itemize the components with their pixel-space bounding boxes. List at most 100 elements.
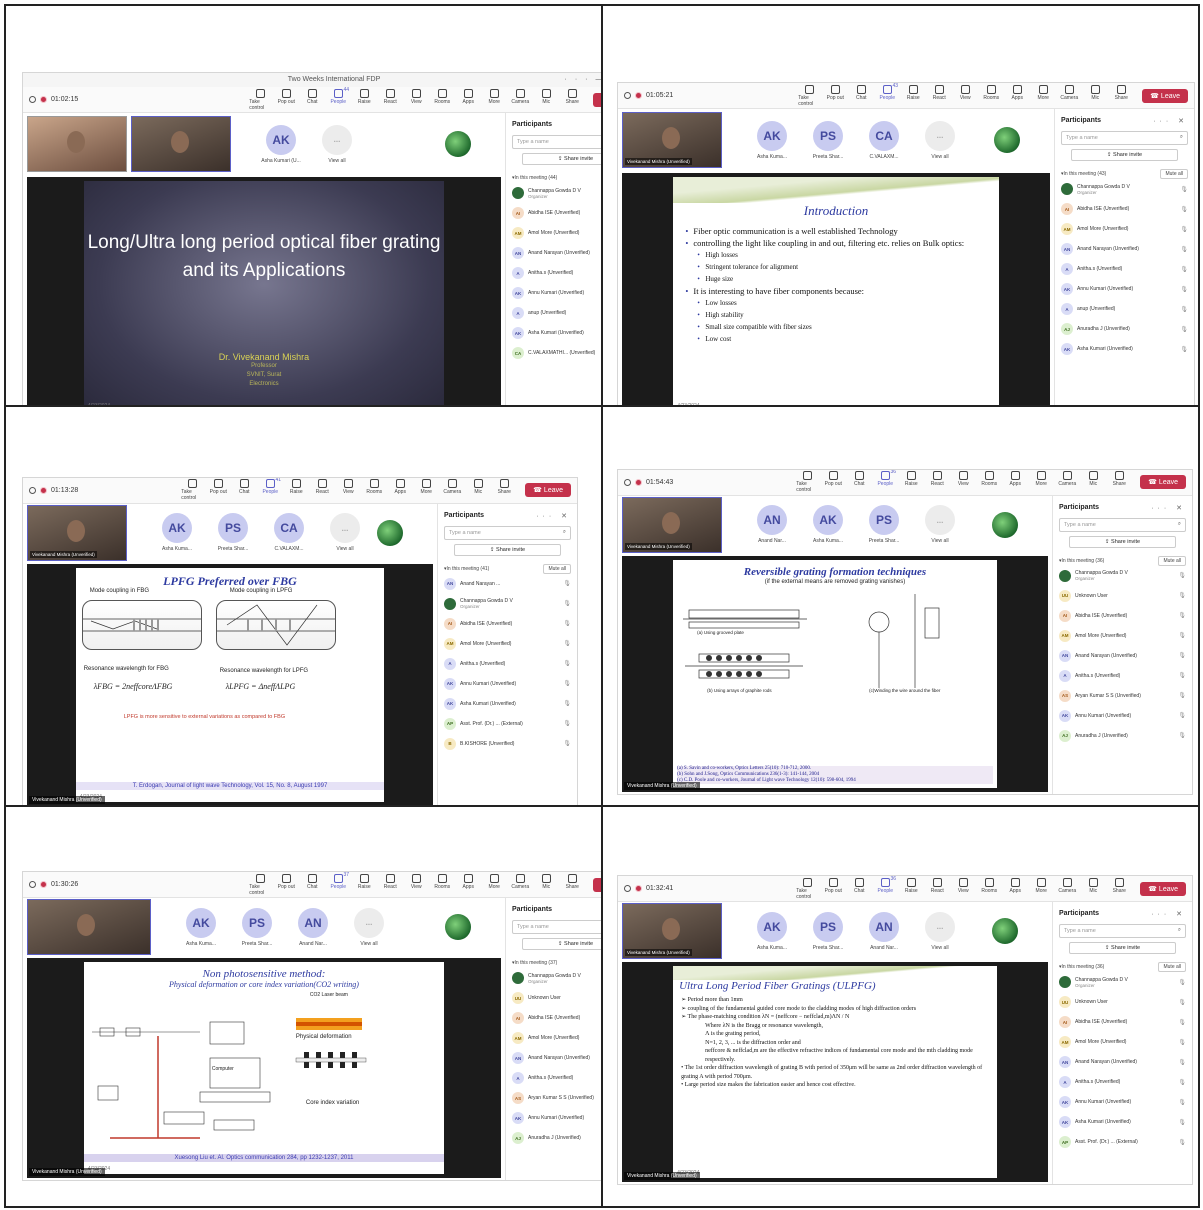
mic-off-icon[interactable]: 🎙 (1178, 1019, 1186, 1026)
participant-row[interactable]: B B.KISHORE (Unverified) 🎙 (444, 737, 571, 750)
toolbar-pop-out-button[interactable]: Pop out (275, 88, 297, 111)
participant-row[interactable]: AIAbidha ISE (Unverified)🎙 (1061, 203, 1188, 215)
toolbar-pop-out-button[interactable]: Pop out (207, 479, 229, 501)
mic-off-icon[interactable]: 🎙 (1180, 186, 1188, 193)
participant-row[interactable]: A Anitha.s (Unverified) 🎙 (1061, 263, 1188, 275)
search-input[interactable]: Type a name⌕ (444, 525, 571, 540)
mic-off-icon[interactable]: 🎙 (1178, 1039, 1186, 1046)
video-tile[interactable]: Vivekanand Mishra (Unverified) (622, 903, 722, 960)
participant-row[interactable]: ANAnand Narayan (Unverified)🎙 (512, 1052, 601, 1065)
toolbar-raise-button[interactable]: Raise (353, 873, 375, 896)
toolbar-pop-out-button[interactable]: Pop out (275, 873, 297, 896)
share-invite-button[interactable]: ⇪ Share invite (1069, 535, 1176, 548)
toolbar-pop-out-button[interactable]: Pop out (824, 84, 846, 107)
participant-row[interactable]: ANAnand Narayan (Unverified)🎙 (1061, 243, 1188, 255)
participant-row[interactable]: AK Annu Kumari (Unverified) 🎙 (1059, 709, 1186, 722)
share-invite-button[interactable]: ⇪ Share invite (1069, 942, 1176, 955)
toolbar-more-button[interactable]: More (483, 88, 505, 111)
toolbar-react-button[interactable]: React (311, 479, 333, 501)
participant-row[interactable]: Channappa Gowda D VOrganizer🎙 (512, 972, 601, 985)
participant-row[interactable]: AP Asst. Prof. (Dr.) ... (External) 🎙 (444, 717, 571, 730)
toolbar-react-button[interactable]: React (926, 877, 948, 900)
toolbar-share-button[interactable]: Share (493, 479, 515, 501)
toolbar-people-button[interactable]: People 43 (876, 83, 898, 107)
window-controls[interactable]: ···—▢✕ (565, 73, 601, 87)
participant-row[interactable]: Channappa Gowda D VOrganizer🎙 (1059, 976, 1186, 989)
mic-off-icon[interactable]: 🎙 (1178, 999, 1186, 1006)
mic-off-icon[interactable]: 🎙 (1178, 1119, 1186, 1126)
mic-off-icon[interactable]: 🎙 (563, 740, 571, 747)
toolbar-camera-button[interactable]: Camera (509, 873, 531, 896)
share-invite-button[interactable]: ⇪ Share invite (522, 938, 601, 951)
mic-off-icon[interactable]: 🎙 (563, 640, 571, 647)
toolbar-share-button[interactable]: Share (561, 873, 583, 896)
toolbar-raise-button[interactable]: Raise (902, 84, 924, 107)
mic-off-icon[interactable]: 🎙 (1178, 1139, 1186, 1146)
close-icon[interactable]: ··· ✕ (1151, 910, 1186, 918)
participant-row[interactable]: ANAnand Narayan (Unverified)🎙 (1059, 649, 1186, 662)
toolbar-take-control-button[interactable]: Take control (181, 479, 203, 501)
mic-off-icon[interactable]: 🎙 (1178, 612, 1186, 619)
participant-tile[interactable]: ... View all (914, 120, 966, 160)
mute-all-button[interactable]: Mute all (1158, 555, 1186, 566)
search-input[interactable]: Type a name⌕ (1061, 131, 1188, 145)
toolbar-rooms-button[interactable]: Rooms (978, 471, 1000, 493)
toolbar-apps-button[interactable]: Apps (389, 479, 411, 501)
video-tile[interactable] (27, 899, 151, 956)
toolbar-people-button[interactable]: People 41 (259, 478, 281, 501)
mic-off-icon[interactable]: 🎙 (563, 580, 571, 587)
toolbar-chat-button[interactable]: Chat (233, 479, 255, 501)
toolbar-react-button[interactable]: React (928, 84, 950, 107)
toolbar-react-button[interactable]: React (926, 471, 948, 493)
toolbar-camera-button[interactable]: Camera (1058, 84, 1080, 107)
toolbar-more-button[interactable]: More (1030, 471, 1052, 493)
toolbar-apps-button[interactable]: Apps (457, 88, 479, 111)
toolbar-chat-button[interactable]: Chat (301, 88, 323, 111)
participant-row[interactable]: AP Asst. Prof. (Dr.) ... (External) 🎙 (1059, 1136, 1186, 1149)
participant-row[interactable]: UU Unknown User 🎙 (1059, 996, 1186, 1009)
mic-off-icon[interactable]: 🎙 (1178, 979, 1186, 986)
participant-tile[interactable]: PS Preeta Shar... (207, 513, 259, 552)
mic-off-icon[interactable]: 🎙 (1180, 326, 1188, 333)
video-tile[interactable] (27, 116, 127, 172)
participant-row[interactable]: Channappa Gowda D VOrganizer🎙 (1061, 183, 1188, 195)
in-meeting-header[interactable]: ▾ In this meeting (36) Mute all (1059, 555, 1186, 566)
participant-tile[interactable]: CA C.VALAXM... (858, 120, 910, 160)
participant-tile[interactable]: PS Preeta Shar... (231, 907, 283, 947)
leave-button[interactable]: ☎ Leave (593, 877, 601, 892)
participant-row[interactable]: AJ Anuradha J (Unverified) 🎙 (1061, 323, 1188, 335)
toolbar-rooms-button[interactable]: Rooms (431, 873, 453, 896)
toolbar-view-button[interactable]: View (952, 471, 974, 493)
search-input[interactable]: Type a name⌕ (512, 920, 601, 935)
toolbar-camera-button[interactable]: Camera (1056, 877, 1078, 900)
leave-button[interactable]: ☎ Leave (1140, 475, 1186, 490)
toolbar-react-button[interactable]: React (379, 873, 401, 896)
mute-all-button[interactable]: Mute all (1158, 962, 1186, 973)
toolbar-view-button[interactable]: View (405, 873, 427, 896)
participant-row[interactable]: AJ Anuradha J (Unverified) 🎙 (1059, 729, 1186, 742)
participant-tile[interactable]: AN Anand Nar... (858, 911, 910, 951)
participant-row[interactable]: AM Amol More (Unverified) 🎙 (1061, 223, 1188, 235)
toolbar-share-button[interactable]: Share (1108, 471, 1130, 493)
participant-tile[interactable]: AK Asha Kuma... (175, 907, 227, 947)
participant-row[interactable]: UU Unknown User 🎙 (1059, 589, 1186, 602)
toolbar-raise-button[interactable]: Raise (353, 88, 375, 111)
toolbar-rooms-button[interactable]: Rooms (978, 877, 1000, 900)
participant-row[interactable]: AM Amol More (Unverified) 🎙 (1059, 629, 1186, 642)
mic-off-icon[interactable]: 🎙 (1180, 266, 1188, 273)
toolbar-react-button[interactable]: React (379, 88, 401, 111)
participant-tile[interactable]: AK Asha Kuma... (746, 120, 798, 160)
toolbar-rooms-button[interactable]: Rooms (363, 479, 385, 501)
toolbar-share-button[interactable]: Share (1110, 84, 1132, 107)
participant-row[interactable]: Aanup (Unverified) 🎙 (1061, 303, 1188, 315)
video-tile[interactable]: Vivekanand Mishra (Unverified) (27, 504, 127, 561)
participant-row[interactable]: AK Annu Kumari (Unverified) 🎙 (1061, 283, 1188, 295)
participant-row[interactable]: AN Anand Narayan ... 🎙 (444, 577, 571, 590)
participant-row[interactable]: AIAbidha ISE (Unverified)🎙 (512, 1012, 601, 1025)
mic-off-icon[interactable]: 🎙 (1178, 692, 1186, 699)
participant-tile[interactable]: ... View all (343, 907, 395, 947)
participant-row[interactable]: AIAbidha ISE (Unverified)🎙 (512, 207, 601, 219)
toolbar-pop-out-button[interactable]: Pop out (822, 471, 844, 493)
toolbar-raise-button[interactable]: Raise (285, 479, 307, 501)
participant-tile[interactable]: AN Anand Nar... (287, 907, 339, 947)
